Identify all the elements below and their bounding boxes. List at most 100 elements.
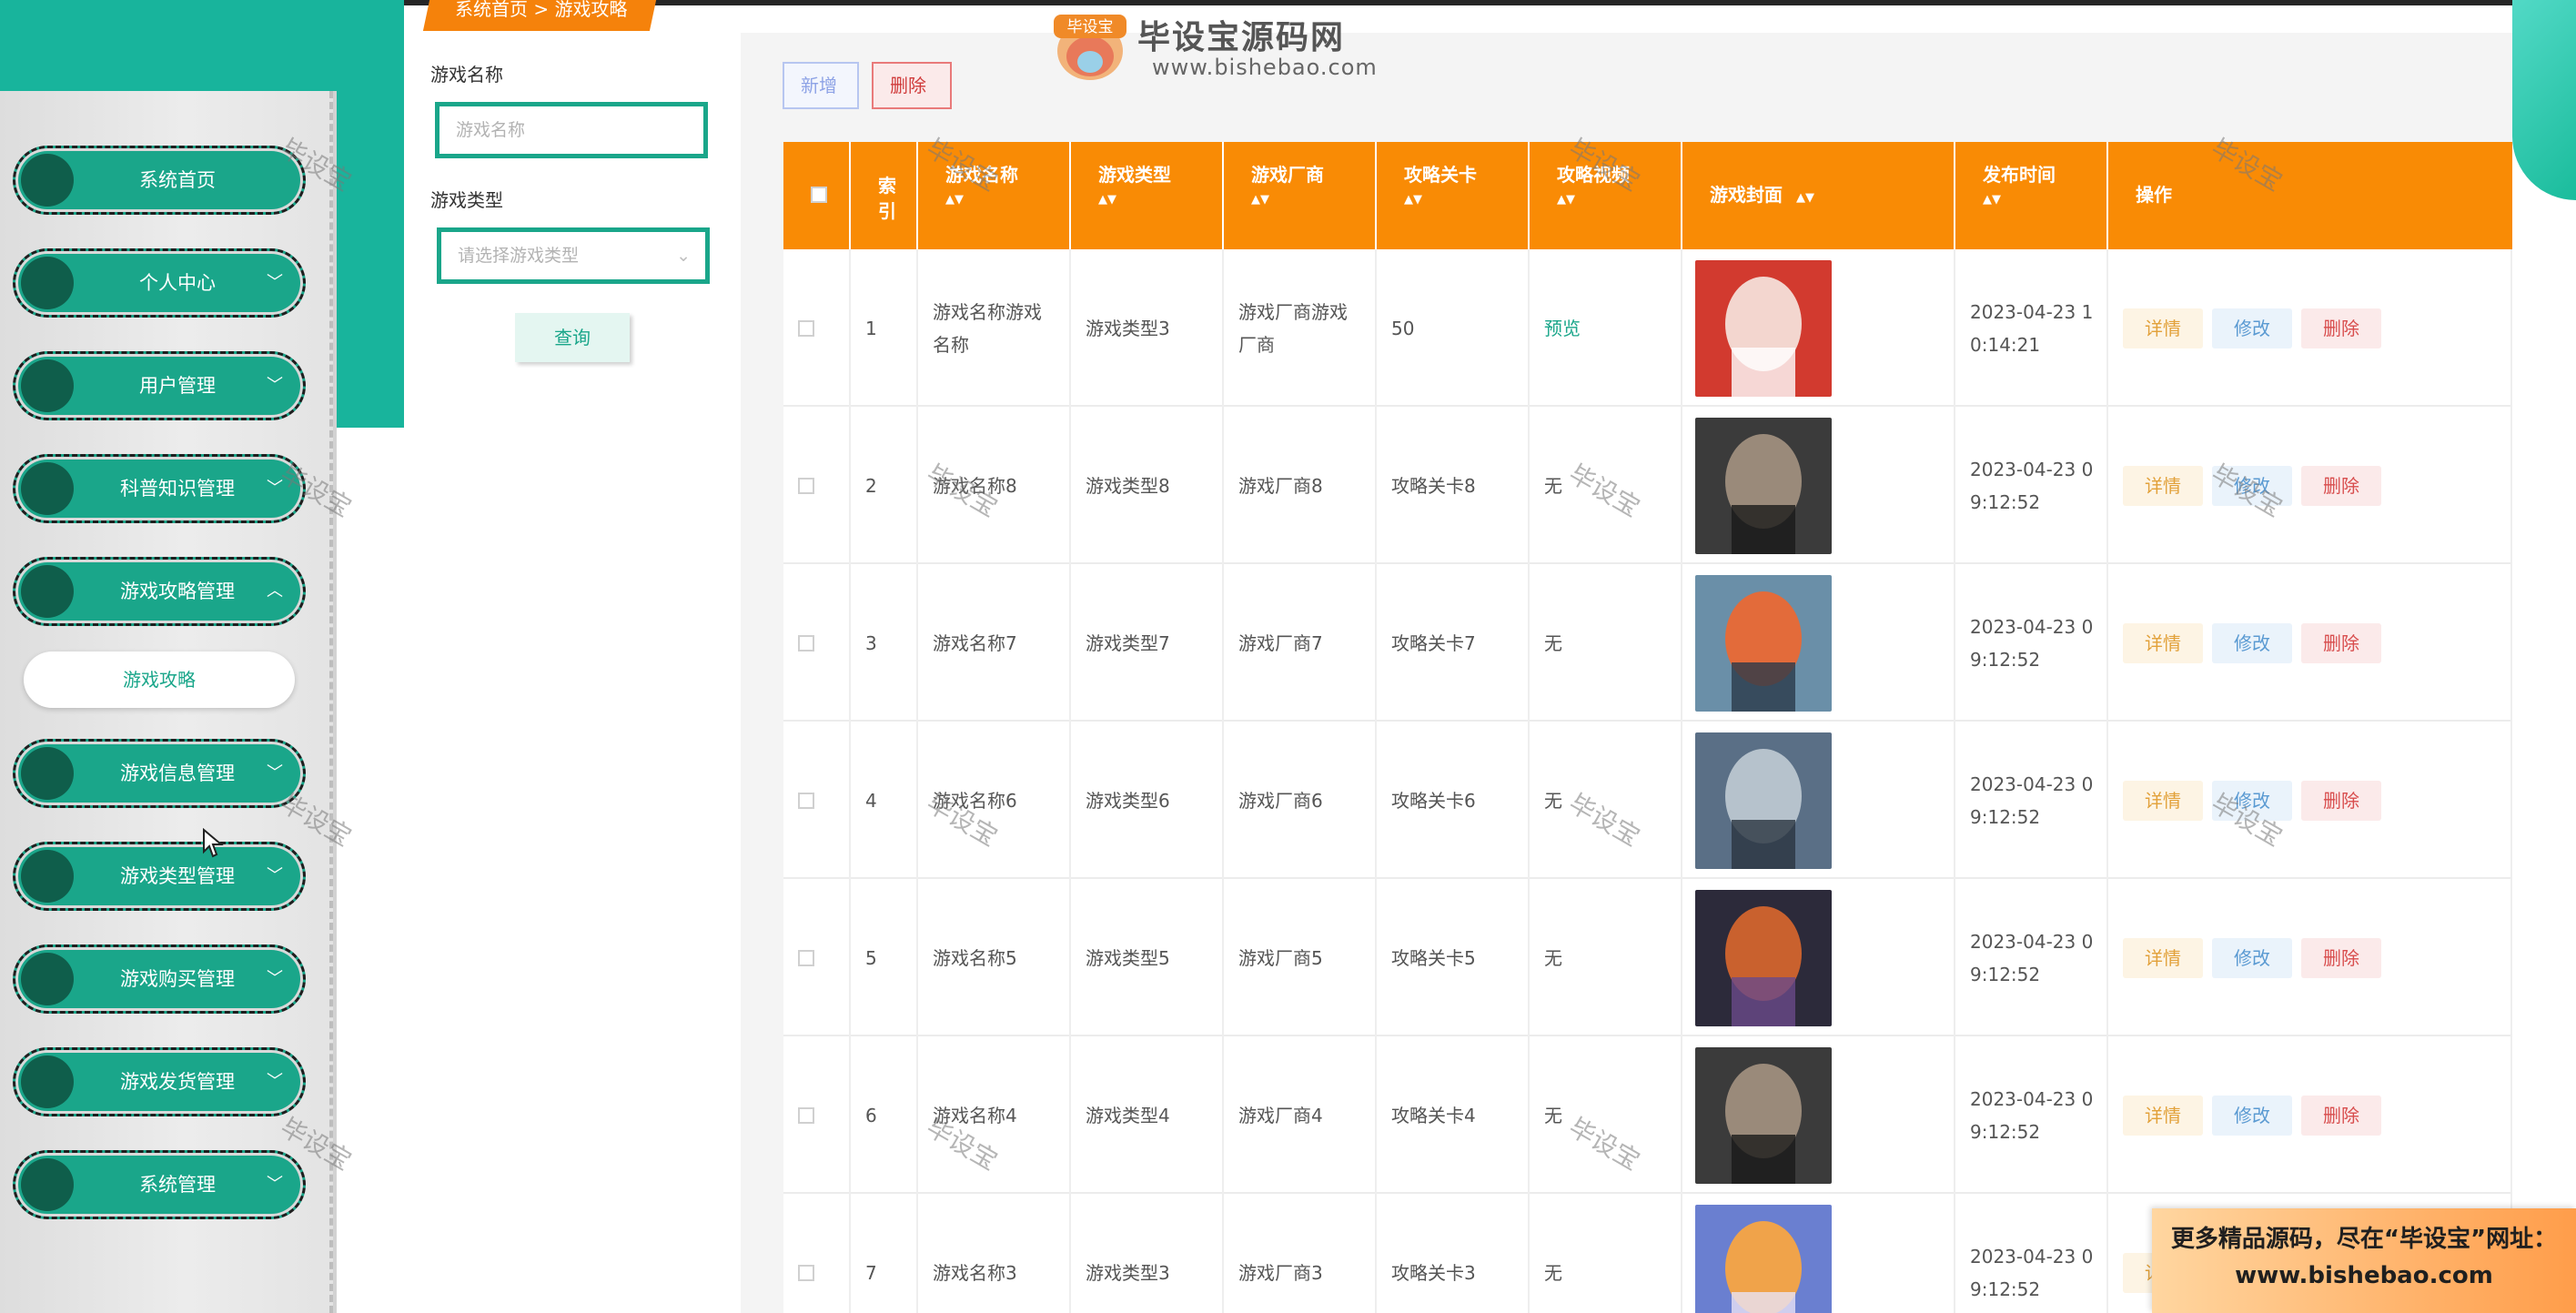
vendor-value: 游戏厂商8: [1238, 474, 1323, 497]
game-type-value: 游戏类型3: [1086, 1261, 1170, 1284]
header-game-name[interactable]: 游戏名称 ▲▼: [918, 142, 1071, 249]
game-name-cell: 游戏名称7: [918, 564, 1071, 722]
video-value: 无: [1544, 789, 1562, 812]
detail-button[interactable]: 详情: [2123, 1095, 2203, 1136]
index-value: 1: [865, 317, 877, 339]
row-checkbox[interactable]: [798, 792, 814, 809]
sort-icon[interactable]: ▲▼: [1557, 194, 1681, 207]
game-cover-image[interactable]: [1695, 417, 1832, 554]
game-cover-image[interactable]: [1695, 732, 1832, 869]
delete-button[interactable]: 删除: [2301, 308, 2381, 348]
promo-banner[interactable]: 更多精品源码，尽在“毕设宝”网址： www.bishebao.com: [2152, 1208, 2576, 1313]
sort-icon[interactable]: ▲▼: [1796, 191, 1814, 205]
game-cover-image[interactable]: [1695, 1046, 1832, 1184]
sort-icon[interactable]: ▲▼: [945, 194, 1069, 207]
header-video[interactable]: 攻略视频 ▲▼: [1530, 142, 1682, 249]
sidebar-item-10[interactable]: 系统管理 ﹀: [13, 1150, 306, 1219]
promo-line-1: 更多精品源码，尽在“毕设宝”网址：: [2170, 1226, 2558, 1253]
edit-button[interactable]: 修改: [2212, 465, 2292, 506]
vendor-cell: 游戏厂商7: [1224, 564, 1377, 722]
header-cover[interactable]: 游戏封面 ▲▼: [1682, 142, 1955, 249]
sidebar-item-7[interactable]: 游戏类型管理 ﹀: [13, 842, 306, 911]
level-cell: 攻略关卡4: [1377, 1036, 1530, 1194]
submenu-item-game-strategy[interactable]: 游戏攻略: [24, 651, 295, 708]
row-select-cell: [783, 1036, 851, 1194]
edit-button[interactable]: 修改: [2212, 780, 2292, 821]
row-checkbox[interactable]: [798, 477, 814, 494]
delete-button[interactable]: 删除: [2301, 622, 2381, 663]
game-cover-image[interactable]: [1695, 1204, 1832, 1313]
publish-time-value: 2023-04-23 09:12:52: [1970, 615, 2094, 671]
menu-bullet-icon: [21, 565, 74, 618]
table-row: 5 游戏名称5 游戏类型5 游戏厂商5 攻略关卡5 无 2023-04-23 09:12:5…: [783, 879, 2512, 1036]
game-cover-image[interactable]: [1695, 574, 1832, 712]
header-cover-label: 游戏封面: [1710, 184, 1783, 206]
detail-button[interactable]: 详情: [2123, 780, 2203, 821]
detail-button[interactable]: 详情: [2123, 465, 2203, 506]
game-cover-image[interactable]: [1695, 259, 1832, 397]
sort-icon[interactable]: ▲▼: [1983, 194, 2106, 207]
header-select-all[interactable]: [783, 142, 851, 249]
game-type-value: 游戏类型4: [1086, 1104, 1170, 1126]
header-vendor[interactable]: 游戏厂商 ▲▼: [1224, 142, 1377, 249]
row-checkbox[interactable]: [798, 1106, 814, 1124]
publish-time-cell: 2023-04-23 09:12:52: [1955, 1036, 2108, 1194]
sidebar-item-3[interactable]: 用户管理 ﹀: [13, 351, 306, 420]
delete-button[interactable]: 删除: [2301, 465, 2381, 506]
table-row: 3 游戏名称7 游戏类型7 游戏厂商7 攻略关卡7 无 2023-04-23 09:12:5…: [783, 564, 2512, 722]
game-type-cell: 游戏类型6: [1071, 722, 1224, 879]
header-index-label: 索引: [878, 175, 896, 222]
detail-button[interactable]: 详情: [2123, 937, 2203, 978]
edit-button[interactable]: 修改: [2212, 1095, 2292, 1136]
vendor-value: 游戏厂商5: [1238, 946, 1323, 969]
game-name-value: 游戏名称8: [933, 474, 1017, 497]
index-cell: 6: [851, 1036, 918, 1194]
delete-button[interactable]: 删除: [2301, 780, 2381, 821]
level-cell: 攻略关卡3: [1377, 1194, 1530, 1313]
header-video-label: 攻略视频: [1557, 164, 1630, 186]
sort-icon[interactable]: ▲▼: [1098, 194, 1222, 207]
batch-delete-button[interactable]: 删除: [872, 62, 952, 109]
logo-title: 毕设宝源码网: [1137, 19, 1346, 56]
game-type-value: 游戏类型7: [1086, 631, 1170, 654]
detail-button[interactable]: 详情: [2123, 308, 2203, 348]
header-publish-time[interactable]: 发布时间 ▲▼: [1955, 142, 2108, 249]
game-name-value: 游戏名称5: [933, 946, 1017, 969]
game-cover-image[interactable]: [1695, 889, 1832, 1026]
sidebar-item-6[interactable]: 游戏信息管理 ﹀: [13, 739, 306, 808]
row-select-cell: [783, 407, 851, 564]
app-window: 系统首页个人中心 ﹀ 用户管理 ﹀ 科普知识管理 ﹀ 游戏攻略管理 ︿ 游戏信息管理 ﹀ 游戏类型管…: [0, 0, 2576, 1313]
sidebar-item-8[interactable]: 游戏购买管理 ﹀: [13, 944, 306, 1014]
row-checkbox[interactable]: [798, 1264, 814, 1281]
sidebar-item-4[interactable]: 科普知识管理 ﹀: [13, 454, 306, 523]
sort-icon[interactable]: ▲▼: [1404, 194, 1528, 207]
header-game-type-label: 游戏类型: [1098, 164, 1171, 186]
select-all-checkbox[interactable]: [811, 187, 827, 203]
delete-button[interactable]: 删除: [2301, 1095, 2381, 1136]
edit-button[interactable]: 修改: [2212, 937, 2292, 978]
query-button[interactable]: 查询: [515, 313, 630, 362]
add-button[interactable]: 新增: [783, 62, 859, 109]
edit-button[interactable]: 修改: [2212, 622, 2292, 663]
game-name-input[interactable]: 游戏名称: [435, 102, 708, 158]
menu-bullet-icon: [21, 154, 74, 207]
publish-time-cell: 2023-04-23 09:12:52: [1955, 879, 2108, 1036]
video-cell[interactable]: 预览: [1530, 249, 1682, 407]
sidebar-item-9[interactable]: 游戏发货管理 ﹀: [13, 1047, 306, 1116]
header-level[interactable]: 攻略关卡 ▲▼: [1377, 142, 1530, 249]
game-type-select[interactable]: 请选择游戏类型 ⌄: [437, 227, 710, 284]
logo-badge-text: 毕设宝: [1067, 18, 1114, 36]
sidebar-item-2[interactable]: 个人中心 ﹀: [13, 248, 306, 318]
sort-icon[interactable]: ▲▼: [1251, 194, 1375, 207]
delete-button[interactable]: 删除: [2301, 937, 2381, 978]
edit-button[interactable]: 修改: [2212, 308, 2292, 348]
video-preview-link[interactable]: 预览: [1544, 312, 1581, 345]
sidebar-item-1[interactable]: 系统首页: [13, 146, 306, 215]
sidebar-item-5[interactable]: 游戏攻略管理 ︿: [13, 557, 306, 626]
detail-button[interactable]: 详情: [2123, 622, 2203, 663]
header-game-type[interactable]: 游戏类型 ▲▼: [1071, 142, 1224, 249]
index-value: 5: [865, 946, 877, 969]
row-checkbox[interactable]: [798, 634, 814, 651]
row-checkbox[interactable]: [798, 319, 814, 337]
row-checkbox[interactable]: [798, 949, 814, 966]
